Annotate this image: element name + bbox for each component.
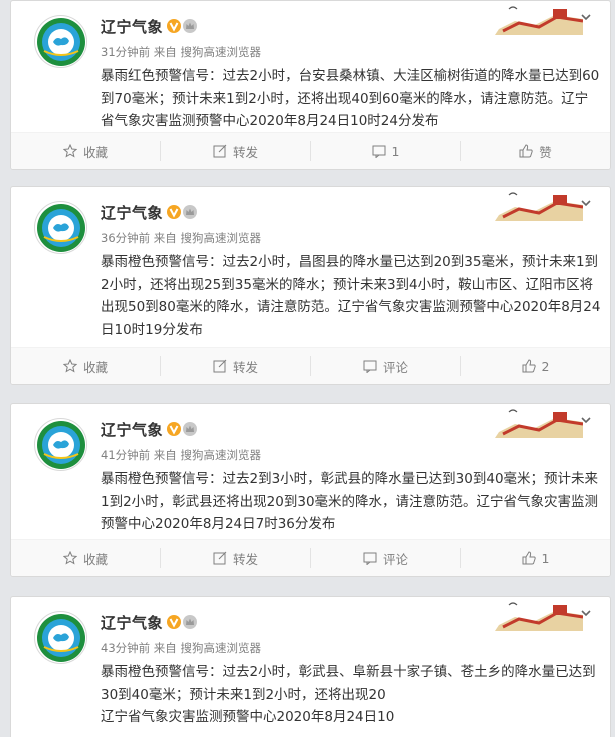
like-label: 1 [541,550,550,566]
favorite-button[interactable]: 收藏 [11,356,160,376]
post-body: 辽宁气象 36分钟前 来自 搜狗高速浏览器 暴雨橙色预警信号：过去2小时，昌图县… [11,187,610,347]
like-button[interactable]: 1 [460,548,610,568]
repost-label: 转发 [232,551,258,567]
member-crown-icon [183,615,197,629]
favorite-label: 收藏 [82,144,108,160]
member-crown-icon [183,422,197,436]
like-label: 2 [541,358,550,374]
weather-logo-icon [36,17,85,66]
repost-button[interactable]: 转发 [160,141,310,161]
verified-badge-icon [167,422,181,436]
thumbs-up-icon [522,359,536,373]
great-wall-banner-icon [495,187,583,221]
verified-badge-icon [167,615,181,629]
great-wall-banner-icon [495,404,583,438]
like-label: 赞 [539,144,552,160]
like-button[interactable]: 赞 [460,141,610,161]
chevron-down-icon[interactable] [580,414,592,426]
weather-logo-icon [36,420,85,469]
avatar[interactable] [34,15,87,68]
weather-logo-icon [36,613,85,662]
star-icon [62,359,77,373]
comment-icon [363,552,377,565]
comment-label: 1 [391,143,400,159]
repost-icon [213,144,227,158]
favorite-button[interactable]: 收藏 [11,141,160,161]
avatar[interactable] [34,418,87,471]
post-body: 辽宁气象 31分钟前 来自 搜狗高速浏览器 暴雨红色预警信号：过去2小时，台安县… [11,1,610,132]
repost-button[interactable]: 转发 [160,356,310,376]
comment-icon [363,360,377,373]
favorite-label: 收藏 [82,359,108,375]
avatar[interactable] [34,201,87,254]
comment-icon [372,145,386,158]
favorite-label: 收藏 [82,551,108,567]
repost-label: 转发 [232,144,258,160]
great-wall-banner-icon [495,1,583,35]
like-button[interactable]: 2 [460,356,610,376]
member-crown-icon [183,205,197,219]
post-meta: 31分钟前 来自 搜狗高速浏览器 [101,45,261,59]
post-meta: 43分钟前 来自 搜狗高速浏览器 [101,641,261,655]
post-card: 辽宁气象 41分钟前 来自 搜狗高速浏览器 暴雨橙色预警信号：过去2到3小时，彰… [10,403,611,577]
repost-icon [213,359,227,373]
member-crown-icon [183,19,197,33]
post-meta: 36分钟前 来自 搜狗高速浏览器 [101,231,261,245]
blurred-overlay [412,704,602,734]
post-content: 暴雨橙色预警信号：过去2到3小时，彰武县的降水量已达到30到40毫米；预计未来1… [101,471,599,532]
repost-icon [213,551,227,565]
comment-label: 评论 [382,551,408,567]
post-content: 暴雨橙色预警信号：过去2小时，昌图县的降水量已达到20到35毫米，预计未来1到2… [101,254,601,338]
post-card: 辽宁气象 36分钟前 来自 搜狗高速浏览器 暴雨橙色预警信号：过去2小时，昌图县… [10,186,611,385]
verified-badge-icon [167,205,181,219]
chevron-down-icon[interactable] [580,197,592,209]
thumbs-up-icon [522,551,536,565]
post-content-text: 暴雨橙色预警信号：过去2小时，彰武县、阜新县十家子镇、苍土乡的降水量已达到30到… [101,664,596,703]
comment-button[interactable]: 评论 [310,548,460,568]
avatar[interactable] [34,611,87,664]
username[interactable]: 辽宁气象 [101,16,163,37]
action-bar: 收藏 转发 评论 1 [11,539,610,576]
star-icon [62,144,77,158]
post-content: 暴雨红色预警信号：过去2小时，台安县桑林镇、大洼区榆树街道的降水量已达到60到7… [101,68,600,129]
weibo-feed: 辽宁气象 31分钟前 来自 搜狗高速浏览器 暴雨红色预警信号：过去2小时，台安县… [0,0,615,737]
star-icon [62,551,77,565]
username[interactable]: 辽宁气象 [101,612,163,633]
action-bar: 收藏 转发 评论 2 [11,347,610,384]
repost-button[interactable]: 转发 [160,548,310,568]
action-bar: 收藏 转发 1 赞 [11,132,610,169]
post-body: 辽宁气象 41分钟前 来自 搜狗高速浏览器 暴雨橙色预警信号：过去2到3小时，彰… [11,404,610,539]
repost-label: 转发 [232,359,258,375]
great-wall-banner-icon [495,597,583,631]
favorite-button[interactable]: 收藏 [11,548,160,568]
chevron-down-icon[interactable] [580,11,592,23]
comment-button[interactable]: 评论 [310,356,460,376]
comment-button[interactable]: 1 [310,141,460,161]
thumbs-up-icon [519,144,533,158]
chevron-down-icon[interactable] [580,607,592,619]
post-content-tail: 辽宁省气象灾害监测预警中心2020年8月24日10 [101,709,395,725]
username[interactable]: 辽宁气象 [101,419,163,440]
post-meta: 41分钟前 来自 搜狗高速浏览器 [101,448,261,462]
post-card: 辽宁气象 31分钟前 来自 搜狗高速浏览器 暴雨红色预警信号：过去2小时，台安县… [10,0,611,170]
weather-logo-icon [36,203,85,252]
username[interactable]: 辽宁气象 [101,202,163,223]
comment-label: 评论 [382,359,408,375]
verified-badge-icon [167,19,181,33]
